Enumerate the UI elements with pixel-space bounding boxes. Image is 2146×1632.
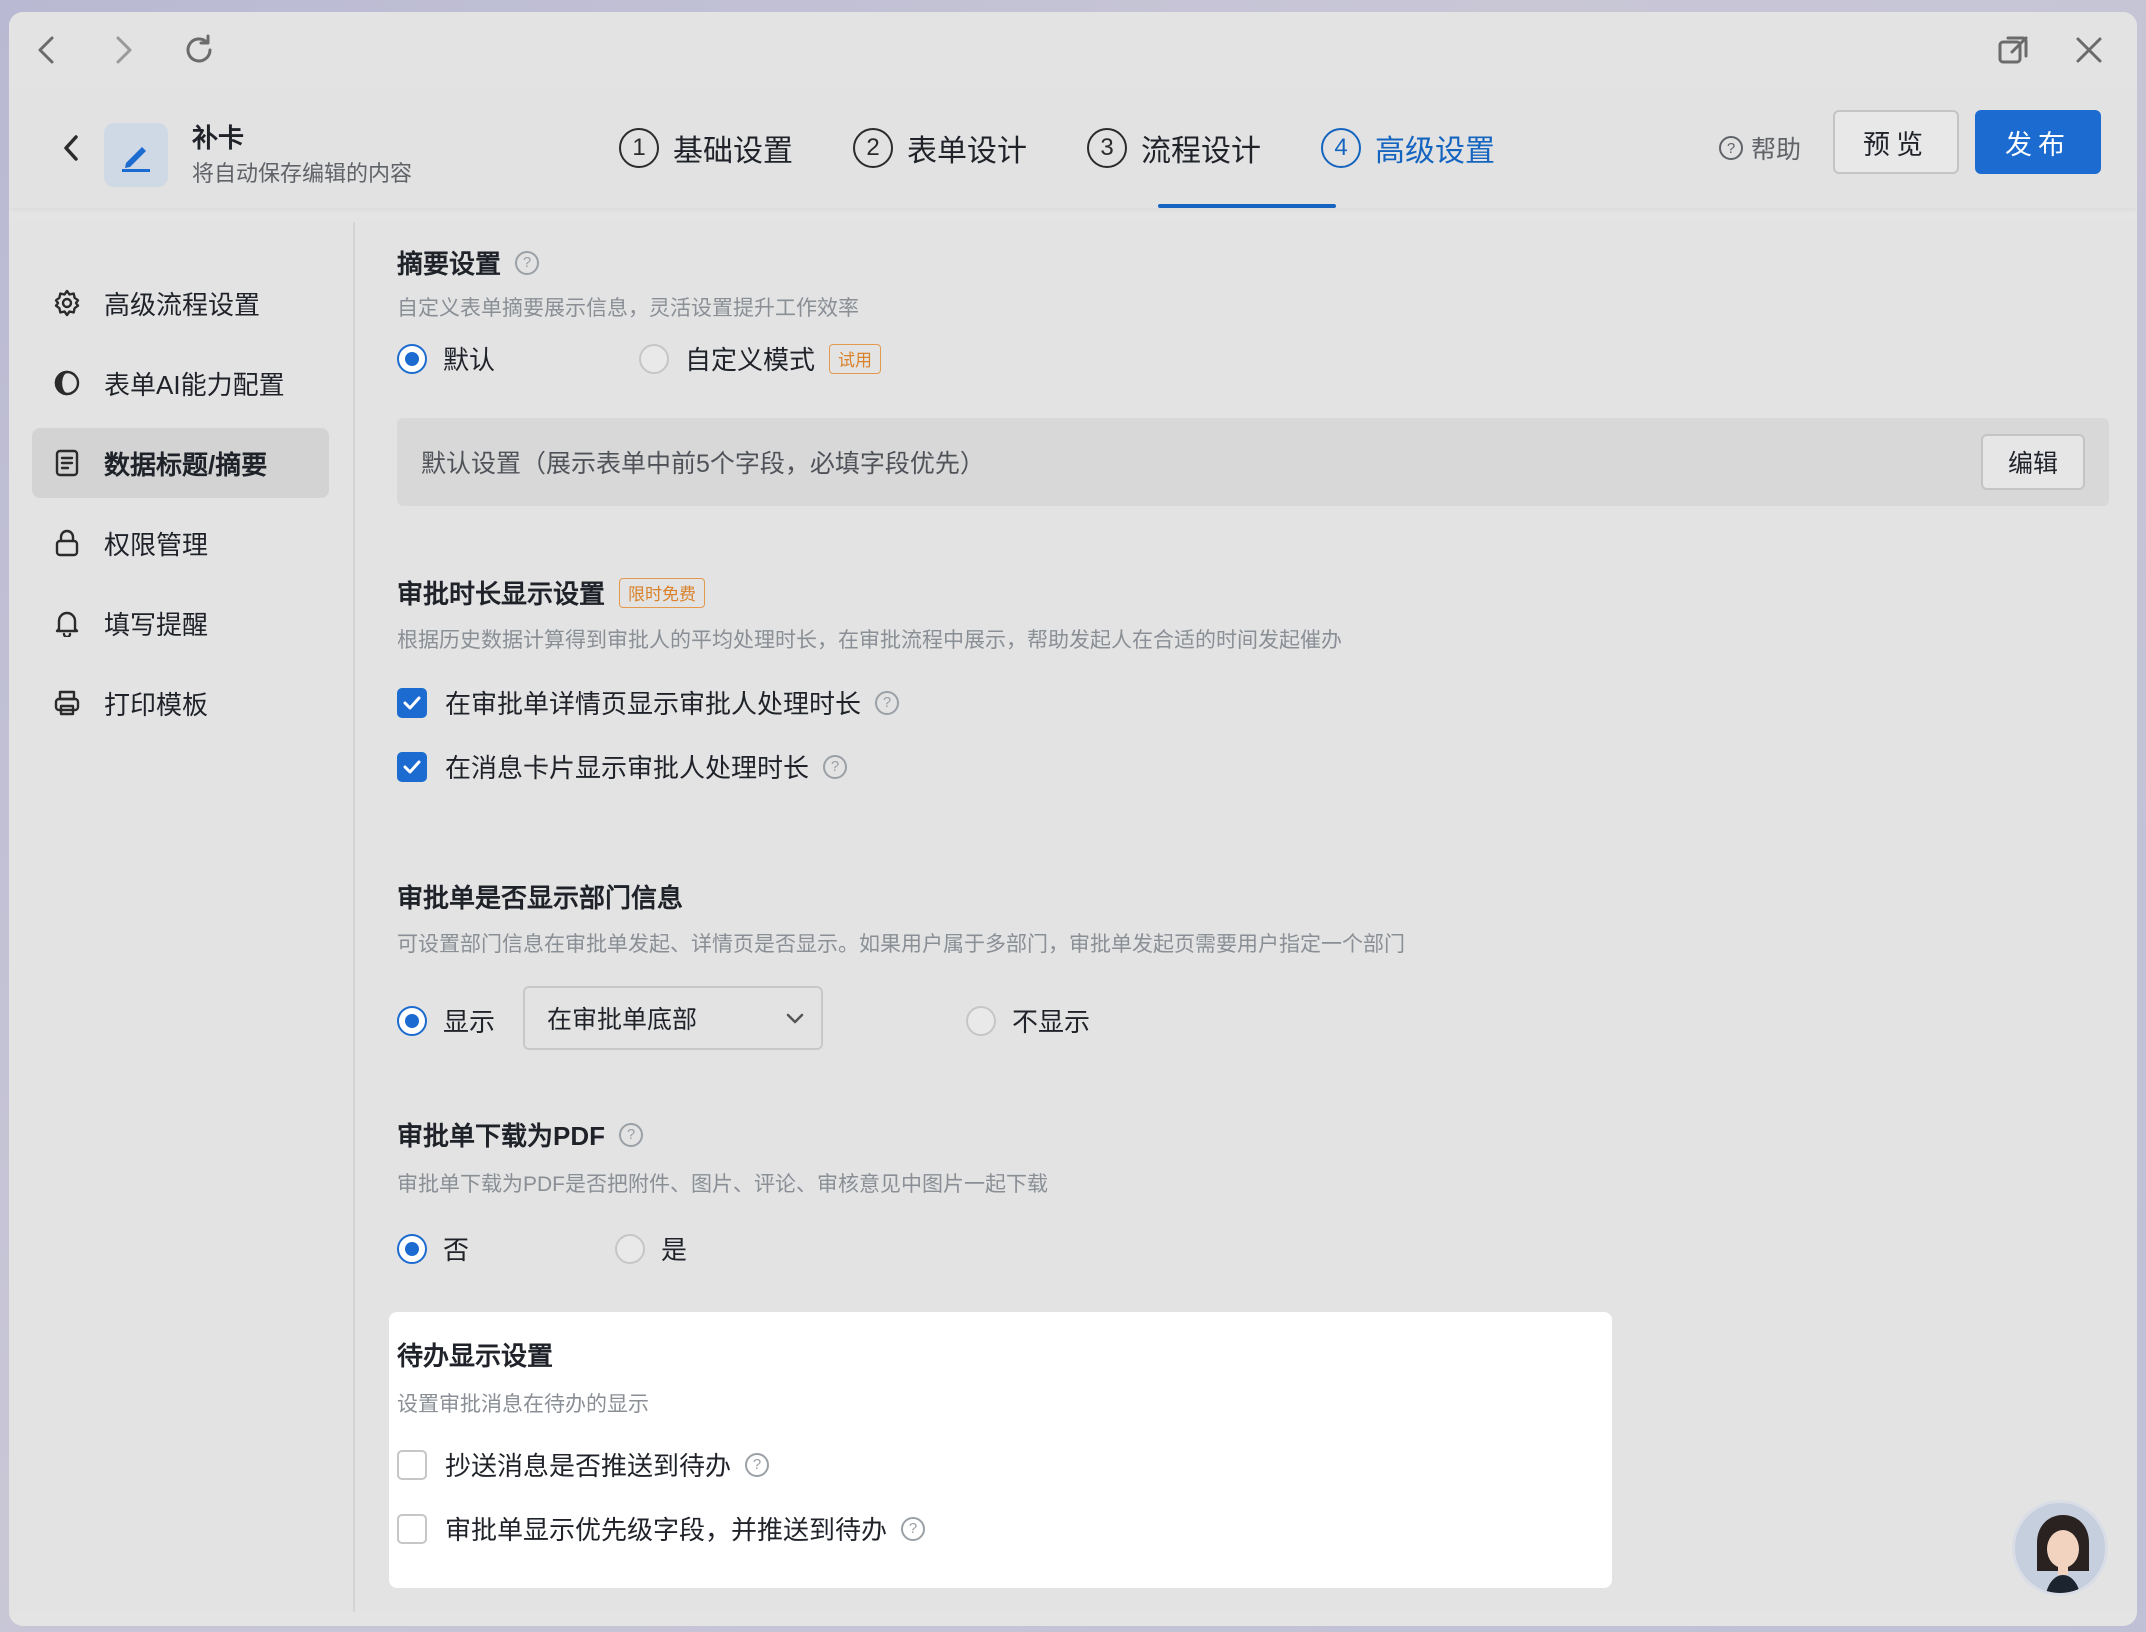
checkmark-icon: [403, 696, 421, 709]
radio-label: 显示: [443, 1007, 496, 1037]
select-value: 在审批单底部: [547, 1006, 698, 1034]
preview-button[interactable]: 预览: [1833, 110, 1959, 174]
todo-check-cc[interactable]: 抄送消息是否推送到待办 ?: [397, 1446, 770, 1483]
duration-check-card[interactable]: 在消息卡片显示审批人处理时长 ?: [397, 748, 848, 785]
step-tabs: 1 基础设置 2 表单设计 3 流程设计 4 高级设置: [619, 88, 1555, 208]
question-icon[interactable]: ?: [823, 754, 848, 779]
summary-radio-default[interactable]: 默认: [397, 340, 495, 377]
question-icon[interactable]: ?: [901, 1516, 926, 1541]
step-number: 1: [619, 128, 659, 168]
summary-section-title: 摘要设置 ?: [397, 244, 540, 281]
radio-default[interactable]: [397, 343, 427, 374]
duration-section-desc: 根据历史数据计算得到审批人的平均处理时长，在审批流程中展示，帮助发起人在合适的时…: [397, 629, 1342, 652]
assistant-avatar[interactable]: [2012, 1500, 2108, 1596]
step-number: 2: [853, 128, 893, 168]
radio-label: 自定义模式: [685, 345, 816, 375]
pdf-section-desc: 审批单下载为PDF是否把附件、图片、评论、审核意见中图片一起下载: [397, 1173, 1048, 1196]
radio-yes[interactable]: [615, 1233, 645, 1264]
nav-forward-icon[interactable]: [103, 30, 143, 70]
browser-toolbar: [9, 12, 2137, 88]
app-window: 补卡 将自动保存编辑的内容 1 基础设置 2 表单设计 3 流程设计 4 高级设…: [9, 12, 2137, 1626]
summary-section-desc: 自定义表单摘要展示信息，灵活设置提升工作效率: [397, 297, 859, 320]
chevron-down-icon: [786, 1013, 804, 1024]
back-button[interactable]: [51, 128, 91, 168]
close-icon[interactable]: [2069, 30, 2109, 70]
step-label: 表单设计: [907, 135, 1027, 168]
radio-label: 默认: [443, 345, 496, 375]
edit-button[interactable]: 编辑: [1981, 434, 2085, 490]
todo-section-desc: 设置审批消息在待办的显示: [397, 1393, 649, 1416]
publish-button[interactable]: 发布: [1975, 110, 2101, 174]
assistant-portrait-icon: [2015, 1503, 2105, 1593]
checkbox-unchecked[interactable]: [397, 1513, 427, 1544]
summary-radio-custom[interactable]: 自定义模式 试用: [639, 340, 882, 377]
help-link[interactable]: ? 帮助: [1719, 130, 1801, 166]
radio-label: 是: [661, 1235, 688, 1265]
step-number: 3: [1087, 128, 1127, 168]
active-tab-indicator: [1158, 204, 1336, 208]
trial-badge: 试用: [829, 343, 882, 374]
pdf-radio-no[interactable]: 否: [397, 1230, 469, 1267]
pencil-icon: [122, 147, 150, 172]
todo-section-title: 待办显示设置: [397, 1341, 554, 1371]
form-app-icon: [104, 123, 168, 187]
dept-section-desc: 可设置部门信息在审批单发起、详情页是否显示。如果用户属于多部门，审批单发起页需要…: [397, 933, 1405, 956]
step-number: 4: [1321, 128, 1361, 168]
tab-form-design[interactable]: 2 表单设计: [853, 88, 1027, 208]
duration-section-title: 审批时长显示设置 限时免费: [397, 574, 706, 611]
settings-content: 摘要设置 ? 自定义表单摘要展示信息，灵活设置提升工作效率 默认 自定义模式 试…: [9, 222, 2137, 1612]
checkbox-checked[interactable]: [397, 751, 427, 782]
limited-free-badge: 限时免费: [619, 577, 706, 608]
dept-radio-hide[interactable]: 不显示: [966, 1002, 1090, 1039]
radio-custom[interactable]: [639, 343, 669, 374]
question-icon: ?: [1719, 136, 1743, 160]
dept-section-title: 审批单是否显示部门信息: [397, 883, 684, 913]
question-icon[interactable]: ?: [875, 690, 900, 715]
step-label: 流程设计: [1141, 135, 1261, 168]
checkbox-label: 在消息卡片显示审批人处理时长: [445, 753, 810, 783]
checkbox-label: 在审批单详情页显示审批人处理时长: [445, 689, 862, 719]
default-summary-text: 默认设置（展示表单中前5个字段，必填字段优先）: [421, 450, 985, 478]
main-area: 高级流程设置 表单AI能力配置 数据标题/摘要 权限管理 填写提醒 打印模板 摘…: [9, 222, 2137, 1612]
default-summary-box: 默认设置（展示表单中前5个字段，必填字段优先） 编辑: [397, 418, 2109, 506]
pdf-section-title: 审批单下载为PDF ?: [397, 1116, 644, 1153]
tab-basic-settings[interactable]: 1 基础设置: [619, 88, 793, 208]
question-icon[interactable]: ?: [619, 1122, 644, 1147]
checkbox-label: 审批单显示优先级字段，并推送到待办: [445, 1515, 888, 1545]
radio-label: 否: [443, 1235, 470, 1265]
radio-show[interactable]: [397, 1005, 427, 1036]
tab-advanced-settings[interactable]: 4 高级设置: [1158, 88, 1495, 208]
radio-label: 不显示: [1012, 1007, 1091, 1037]
radio-no[interactable]: [397, 1233, 427, 1264]
autosave-hint: 将自动保存编辑的内容: [192, 161, 413, 186]
checkbox-unchecked[interactable]: [397, 1449, 427, 1480]
nav-back-icon[interactable]: [27, 30, 67, 70]
step-label: 基础设置: [673, 135, 793, 168]
checkbox-label: 抄送消息是否推送到待办: [445, 1451, 732, 1481]
duration-check-detail[interactable]: 在审批单详情页显示审批人处理时长 ?: [397, 684, 900, 721]
todo-check-priority[interactable]: 审批单显示优先级字段，并推送到待办 ?: [397, 1510, 926, 1547]
checkbox-checked[interactable]: [397, 687, 427, 718]
dept-radio-show[interactable]: 显示: [397, 1002, 495, 1039]
radio-hide[interactable]: [966, 1005, 996, 1036]
section-title-text: 摘要设置: [397, 249, 502, 279]
dept-position-select[interactable]: 在审批单底部: [523, 986, 823, 1050]
refresh-icon[interactable]: [179, 30, 219, 70]
form-name: 补卡: [192, 123, 245, 153]
open-external-icon[interactable]: [1994, 30, 2034, 70]
tab-flow-design[interactable]: 3 流程设计: [1087, 88, 1261, 208]
step-label: 高级设置: [1375, 135, 1495, 168]
question-icon[interactable]: ?: [745, 1452, 770, 1477]
section-title-text: 审批时长显示设置: [397, 579, 606, 609]
editor-header: 补卡 将自动保存编辑的内容 1 基础设置 2 表单设计 3 流程设计 4 高级设…: [9, 88, 2137, 208]
help-label: 帮助: [1751, 136, 1802, 164]
question-icon[interactable]: ?: [515, 250, 540, 275]
pdf-radio-yes[interactable]: 是: [615, 1230, 687, 1267]
section-title-text: 审批单下载为PDF: [397, 1121, 606, 1151]
checkmark-icon: [403, 760, 421, 773]
